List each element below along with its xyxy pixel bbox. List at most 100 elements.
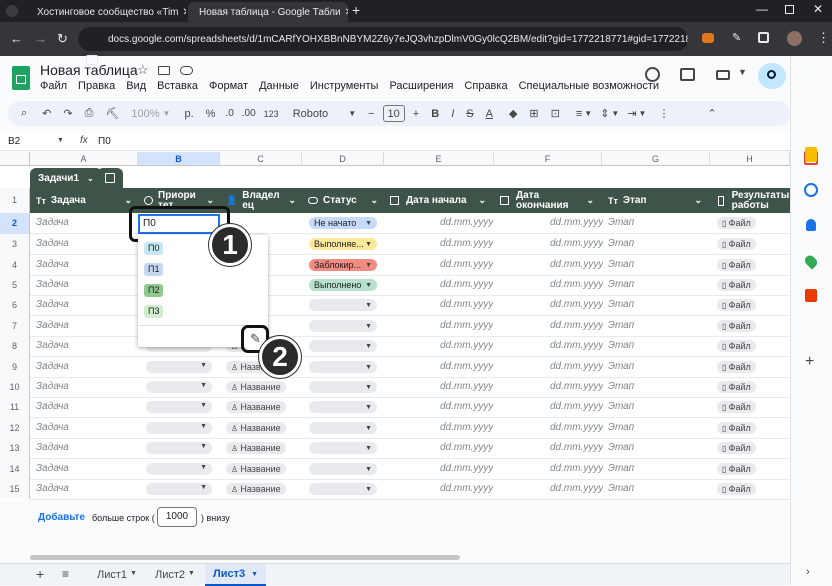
start-date-cell[interactable]: dd.mm.yyyy (440, 275, 493, 295)
header-end-date[interactable]: Дата окончания ⌄ (494, 188, 602, 213)
owner-chip[interactable]: ♙ Название (226, 442, 286, 454)
menu-format[interactable]: Формат (209, 80, 248, 92)
borders-icon[interactable]: ⊞ (529, 107, 538, 120)
more-options-icon[interactable]: ⋮ (658, 107, 669, 120)
row-number[interactable]: 15 (0, 479, 30, 499)
column-header-b[interactable]: B (138, 152, 220, 166)
select-all-corner[interactable] (0, 152, 30, 166)
collapse-panel-icon[interactable]: › (806, 566, 810, 578)
stage-cell[interactable]: Этап (608, 336, 634, 356)
sheet-tab-1[interactable]: Лист1 (97, 569, 127, 581)
tab-search-button[interactable] (6, 5, 18, 17)
font-size-increase[interactable]: + (413, 108, 419, 120)
dropdown-option-p0[interactable]: П0 (144, 242, 164, 255)
file-chip[interactable]: ▯ Файл (717, 442, 756, 454)
row-number[interactable]: 10 (0, 377, 30, 397)
status-dropdown-chip[interactable]: Не начато ▼ (309, 217, 377, 229)
currency-button[interactable]: р. (184, 108, 193, 120)
vertical-align-icon[interactable]: ⇕ (600, 107, 609, 120)
keep-addon-icon[interactable] (805, 147, 817, 162)
row-number[interactable]: 11 (0, 397, 30, 418)
file-chip[interactable]: ▯ Файл (717, 381, 756, 393)
owner-chip[interactable]: ♙ Название (226, 422, 286, 434)
cloud-status-icon[interactable] (180, 66, 193, 75)
end-date-cell[interactable]: dd.mm.yyyy (550, 438, 603, 458)
row-number[interactable]: 12 (0, 418, 30, 438)
end-date-cell[interactable]: dd.mm.yyyy (550, 295, 603, 315)
file-chip[interactable]: ▯ Файл (717, 259, 756, 271)
file-chip[interactable]: ▯ Файл (717, 401, 756, 413)
print-icon[interactable]: ⎙ (85, 107, 94, 120)
zoom-select[interactable]: 100% (131, 108, 159, 120)
back-icon[interactable]: ← (10, 31, 23, 46)
row-number[interactable]: 13 (0, 438, 30, 459)
reload-icon[interactable]: ↻ (57, 31, 68, 47)
chevron-down-icon[interactable]: ▼ (188, 570, 195, 577)
status-dropdown-chip[interactable]: ▼ (309, 381, 377, 393)
file-chip[interactable]: ▯ Файл (717, 361, 756, 373)
close-icon[interactable]: ✕ (345, 7, 348, 18)
end-date-cell[interactable]: dd.mm.yyyy (550, 377, 603, 397)
owner-chip[interactable]: ♙ Название (226, 401, 286, 413)
sheet-tab-3-active[interactable]: Лист3 ▼ (205, 564, 267, 586)
formula-input[interactable]: П0 (98, 136, 111, 147)
dropdown-option-p2[interactable]: П2 (144, 284, 164, 297)
status-dropdown-chip[interactable]: Выполнено ▼ (309, 279, 377, 291)
header-task[interactable]: Тт Задача ⌄ (30, 188, 138, 213)
task-cell[interactable]: Задача (36, 418, 69, 438)
start-date-cell[interactable]: dd.mm.yyyy (440, 234, 493, 254)
file-chip[interactable]: ▯ Файл (717, 422, 756, 434)
extension-fox-icon[interactable] (702, 33, 714, 43)
number-format-button[interactable]: 123 (264, 109, 279, 119)
end-date-cell[interactable]: dd.mm.yyyy (550, 213, 603, 233)
stage-cell[interactable]: Этап (608, 418, 634, 438)
browser-menu-icon[interactable]: ⋮ (817, 30, 830, 46)
row-number[interactable]: 1 (0, 188, 30, 213)
column-header-d[interactable]: D (302, 152, 384, 166)
stage-cell[interactable]: Этап (608, 255, 634, 275)
task-cell[interactable]: Задача (36, 336, 69, 356)
end-date-cell[interactable]: dd.mm.yyyy (550, 255, 603, 275)
stage-cell[interactable]: Этап (608, 213, 634, 233)
menu-insert[interactable]: Вставка (157, 80, 198, 92)
start-date-cell[interactable]: dd.mm.yyyy (440, 438, 493, 458)
meet-icon[interactable] (716, 70, 730, 80)
decrease-decimals-button[interactable]: .0 (225, 108, 233, 119)
status-dropdown-chip[interactable]: ▼ (309, 340, 377, 352)
status-dropdown-chip[interactable]: ▼ (309, 401, 377, 413)
start-date-cell[interactable]: dd.mm.yyyy (440, 213, 493, 233)
row-number[interactable]: 7 (0, 316, 30, 336)
window-minimize-icon[interactable]: — (756, 2, 768, 16)
status-dropdown-chip[interactable]: ▼ (309, 442, 377, 454)
task-cell[interactable]: Задача (36, 459, 69, 479)
percent-button[interactable]: % (206, 108, 216, 120)
contacts-addon-icon[interactable] (806, 219, 816, 231)
add-rows-button[interactable]: Добавьте (38, 512, 85, 523)
end-date-cell[interactable]: dd.mm.yyyy (550, 316, 603, 336)
menu-help[interactable]: Справка (464, 80, 507, 92)
header-owner[interactable]: 👤 Владел ец ⌄ (220, 188, 302, 213)
comments-icon[interactable] (680, 68, 695, 81)
status-dropdown-chip[interactable]: ▼ (309, 463, 377, 475)
priority-dropdown-chip[interactable]: ▼ (146, 381, 212, 393)
start-date-cell[interactable]: dd.mm.yyyy (440, 397, 493, 417)
chevron-down-icon[interactable]: ▼ (738, 67, 747, 77)
fill-color-icon[interactable]: ◆ (509, 107, 517, 120)
font-select[interactable]: Roboto (293, 108, 328, 120)
start-date-cell[interactable]: dd.mm.yyyy (440, 255, 493, 275)
status-dropdown-chip[interactable]: ▼ (309, 299, 377, 311)
task-cell[interactable]: Задача (36, 275, 69, 295)
status-dropdown-chip[interactable]: ▼ (309, 483, 377, 495)
task-cell[interactable]: Задача (36, 234, 69, 254)
task-cell[interactable]: Задача (36, 255, 69, 275)
priority-dropdown-chip[interactable]: ▼ (146, 463, 212, 475)
start-date-cell[interactable]: dd.mm.yyyy (440, 459, 493, 479)
end-date-cell[interactable]: dd.mm.yyyy (550, 357, 603, 377)
task-cell[interactable]: Задача (36, 479, 69, 499)
stage-cell[interactable]: Этап (608, 275, 634, 295)
stage-cell[interactable]: Этап (608, 397, 634, 417)
end-date-cell[interactable]: dd.mm.yyyy (550, 234, 603, 254)
maps-addon-icon[interactable] (802, 253, 820, 270)
stage-cell[interactable]: Этап (608, 234, 634, 254)
star-icon[interactable]: ☆ (137, 62, 149, 78)
